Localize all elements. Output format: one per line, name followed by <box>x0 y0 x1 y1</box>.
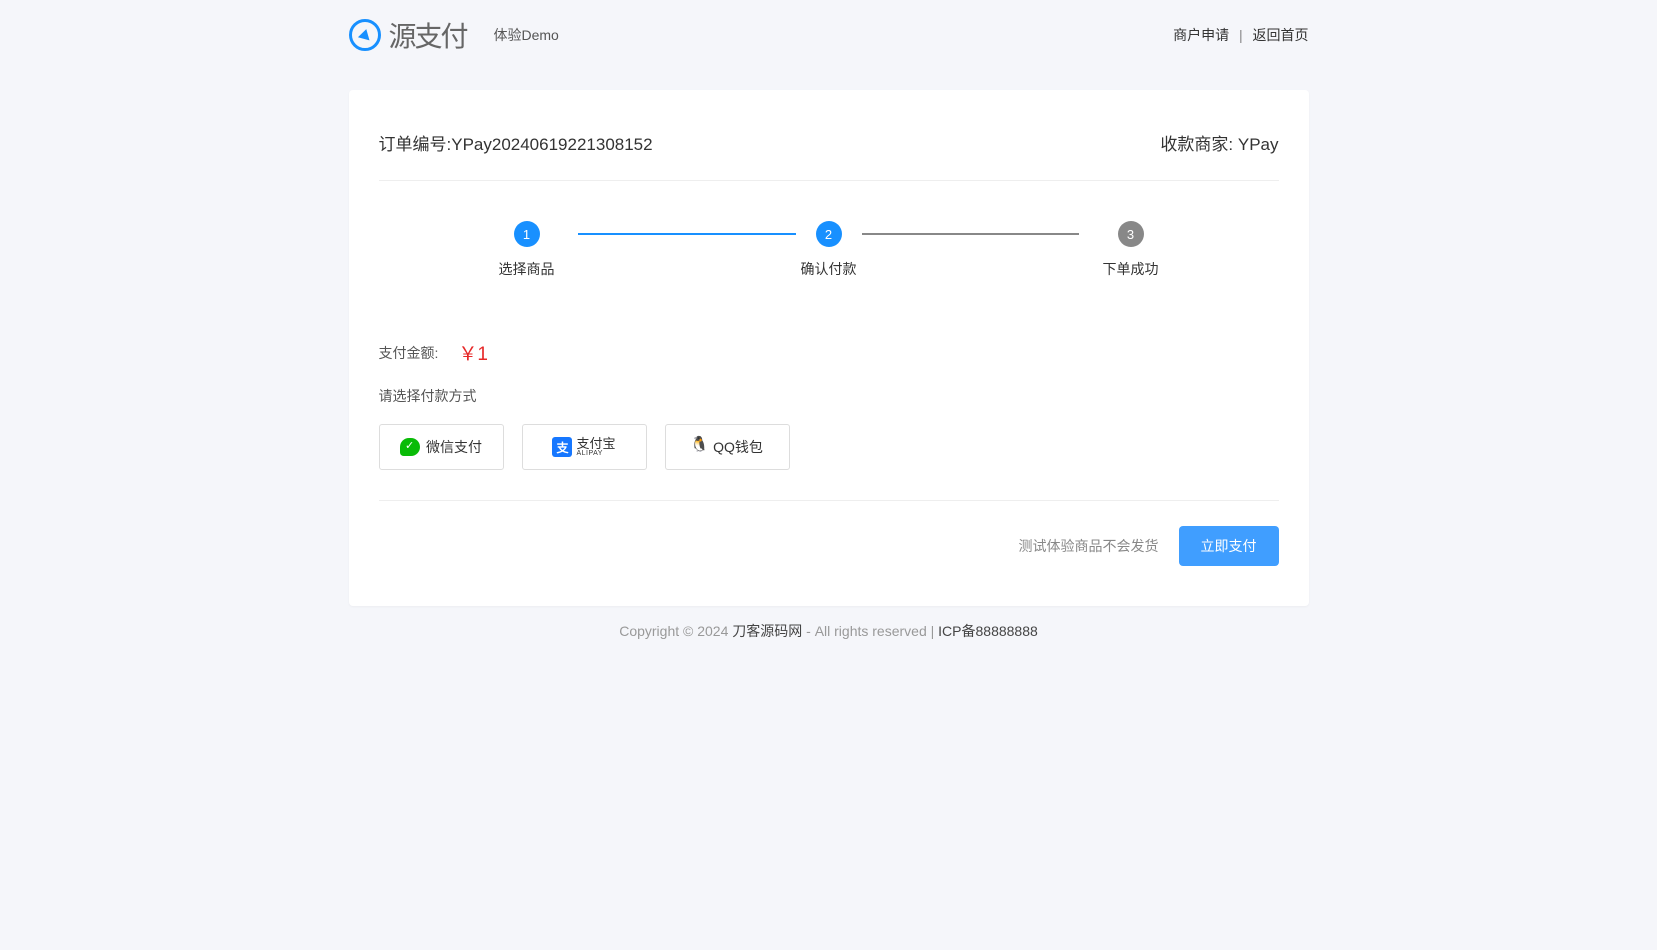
brand-logo[interactable]: 源支付 <box>349 15 479 55</box>
copyright-rights: - All rights reserved | <box>802 623 938 639</box>
back-home-link[interactable]: 返回首页 <box>1253 27 1309 43</box>
order-info-row: 订单编号:YPay20240619221308152 收款商家: YPay <box>379 130 1279 181</box>
step-2: 2 确认付款 <box>801 221 857 279</box>
header-right: 商户申请 | 返回首页 <box>1173 25 1308 45</box>
amount-label: 支付金额: <box>379 343 439 363</box>
step-2-label: 确认付款 <box>801 259 857 279</box>
step-connector-2 <box>862 233 1080 235</box>
step-1: 1 选择商品 <box>499 221 555 279</box>
amount-row: 支付金额: ￥1 <box>379 339 1279 366</box>
step-3: 3 下单成功 <box>1103 221 1159 279</box>
step-3-circle: 3 <box>1118 221 1144 247</box>
step-1-circle: 1 <box>514 221 540 247</box>
merchant-label: 收款商家: <box>1160 135 1233 154</box>
logo-icon <box>349 19 381 51</box>
wechat-label: 微信支付 <box>426 437 482 457</box>
divider: | <box>1239 27 1243 43</box>
alipay-label-en: ALIPAY <box>576 450 615 457</box>
wechat-icon <box>400 438 420 456</box>
step-connector-1 <box>578 233 796 235</box>
alipay-label-zh: 支付宝 <box>576 437 615 450</box>
checkout-panel: 订单编号:YPay20240619221308152 收款商家: YPay 1 … <box>349 90 1309 606</box>
footer-site-link[interactable]: 刀客源码网 <box>732 623 802 639</box>
action-row: 测试体验商品不会发货 立即支付 <box>379 526 1279 566</box>
footer-icp-link[interactable]: ICP备88888888 <box>938 623 1038 639</box>
method-wechat[interactable]: 微信支付 <box>379 424 504 470</box>
amount-value: ￥1 <box>458 339 488 366</box>
brand-name: 源支付 <box>389 15 467 55</box>
progress-steps: 1 选择商品 2 确认付款 3 下单成功 <box>499 221 1159 279</box>
step-3-label: 下单成功 <box>1103 259 1159 279</box>
order-id-label: 订单编号: <box>379 135 452 154</box>
step-2-circle: 2 <box>816 221 842 247</box>
copyright-prefix: Copyright © 2024 <box>619 623 732 639</box>
step-1-label: 选择商品 <box>499 259 555 279</box>
merchant-apply-link[interactable]: 商户申请 <box>1173 27 1229 43</box>
demo-label: 体验Demo <box>494 25 559 45</box>
alipay-icon: 支 <box>552 437 572 457</box>
qq-icon <box>691 437 709 457</box>
header-left: 源支付 体验Demo <box>349 15 559 55</box>
payment-methods: 微信支付 支 支付宝 ALIPAY QQ钱包 <box>379 424 1279 501</box>
method-alipay[interactable]: 支 支付宝 ALIPAY <box>522 424 647 470</box>
payment-method-label: 请选择付款方式 <box>379 386 1279 406</box>
shipping-note: 测试体验商品不会发货 <box>1019 536 1159 556</box>
merchant-info: 收款商家: YPay <box>1160 130 1278 155</box>
page-header: 源支付 体验Demo 商户申请 | 返回首页 <box>349 0 1309 70</box>
method-qq[interactable]: QQ钱包 <box>665 424 790 470</box>
order-id-value: YPay20240619221308152 <box>451 135 652 154</box>
merchant-value: YPay <box>1238 135 1279 154</box>
page-footer: Copyright © 2024 刀客源码网 - All rights rese… <box>349 606 1309 681</box>
pay-now-button[interactable]: 立即支付 <box>1179 526 1279 566</box>
order-id: 订单编号:YPay20240619221308152 <box>379 130 653 155</box>
qq-label: QQ钱包 <box>713 437 763 457</box>
